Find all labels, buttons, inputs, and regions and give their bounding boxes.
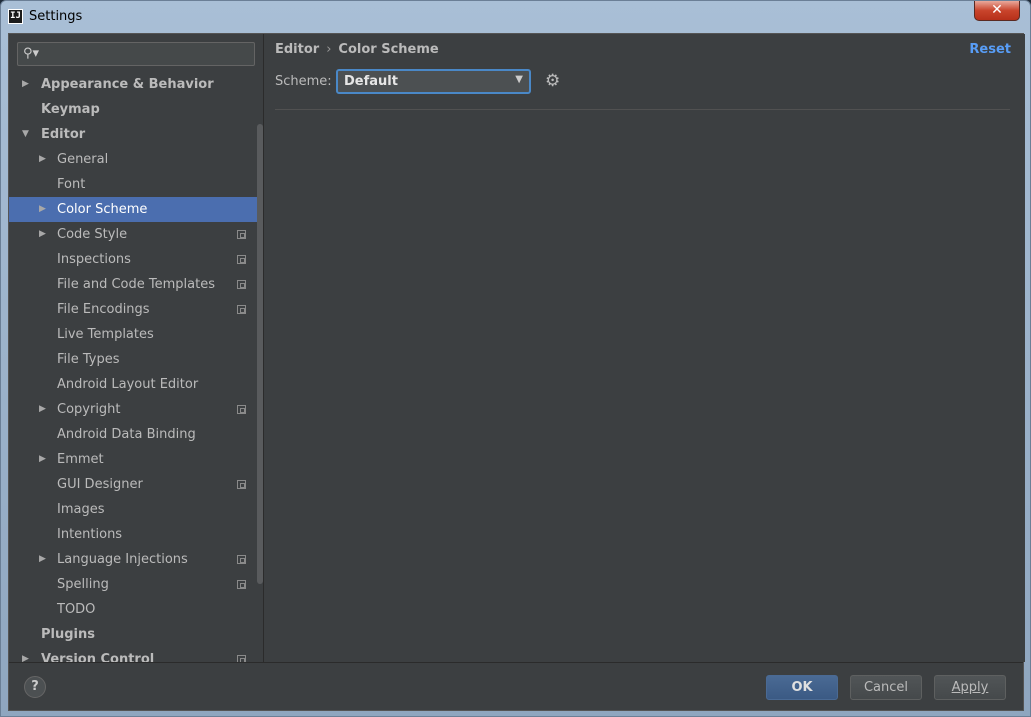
settings-search-input[interactable]: ⚲▾ xyxy=(17,42,255,66)
sidebar-item-general[interactable]: ▶ General xyxy=(9,147,263,172)
cancel-button[interactable]: Cancel xyxy=(850,675,922,700)
sidebar-item-intentions[interactable]: Intentions xyxy=(9,522,263,547)
settings-content: Editor › Color Scheme Reset Scheme: Defaul… xyxy=(265,34,1025,662)
settings-window: IJ Settings ✕ ⚲▾ ▶ Appearance & Behavior K… xyxy=(0,0,1031,717)
sidebar-item-label: TODO xyxy=(57,602,96,617)
breadcrumb-editor: Editor xyxy=(275,42,320,57)
project-level-icon xyxy=(237,555,246,564)
sidebar-item-plugins[interactable]: Plugins xyxy=(9,622,263,647)
collapsed-arrow-icon[interactable]: ▶ xyxy=(22,72,32,97)
sidebar-item-label: Android Data Binding xyxy=(57,427,196,442)
project-level-icon xyxy=(237,230,246,239)
sidebar-item-label: Language Injections xyxy=(57,552,188,567)
sidebar-item-todo[interactable]: TODO xyxy=(9,597,263,622)
sidebar-item-file-encodings[interactable]: File Encodings xyxy=(9,297,263,322)
expanded-arrow-icon[interactable]: ▼ xyxy=(22,122,32,147)
sidebar-item-file-and-code-templates[interactable]: File and Code Templates xyxy=(9,272,263,297)
sidebar-item-label: Plugins xyxy=(41,627,95,642)
sidebar-item-version-control[interactable]: ▶ Version Control xyxy=(9,647,263,662)
project-level-icon xyxy=(237,305,246,314)
breadcrumb: Editor › Color Scheme xyxy=(275,42,439,57)
sidebar-scrollbar[interactable] xyxy=(257,124,263,584)
close-button[interactable]: ✕ xyxy=(974,1,1020,21)
scheme-dropdown[interactable]: Default ▼ xyxy=(336,69,531,94)
sidebar-item-label: Code Style xyxy=(57,227,128,242)
collapsed-arrow-icon[interactable]: ▶ xyxy=(39,447,49,472)
content-divider xyxy=(275,109,1010,110)
sidebar-item-label: Color Scheme xyxy=(57,202,148,217)
collapsed-arrow-icon[interactable]: ▶ xyxy=(39,222,49,247)
sidebar-item-emmet[interactable]: ▶ Emmet xyxy=(9,447,263,472)
project-level-icon xyxy=(237,405,246,414)
sidebar-item-inspections[interactable]: Inspections xyxy=(9,247,263,272)
sidebar-item-language-injections[interactable]: ▶ Language Injections xyxy=(9,547,263,572)
sidebar-item-keymap[interactable]: Keymap xyxy=(9,97,263,122)
sidebar-item-color-scheme[interactable]: ▶ Color Scheme xyxy=(9,197,263,222)
sidebar-item-file-types[interactable]: File Types xyxy=(9,347,263,372)
sidebar-item-android-data-binding[interactable]: Android Data Binding xyxy=(9,422,263,447)
collapsed-arrow-icon[interactable]: ▶ xyxy=(39,397,49,422)
sidebar-item-label: Inspections xyxy=(57,252,131,267)
breadcrumb-separator: › xyxy=(326,42,332,57)
project-level-icon xyxy=(237,655,246,662)
project-level-icon xyxy=(237,580,246,589)
sidebar-item-spelling[interactable]: Spelling xyxy=(9,572,263,597)
sidebar-item-label: Font xyxy=(57,177,86,192)
ok-button[interactable]: OK xyxy=(766,675,838,700)
dialog-client-area: ⚲▾ ▶ Appearance & Behavior Keymap ▼ Editor ▶ G… xyxy=(8,33,1025,711)
sidebar-item-gui-designer[interactable]: GUI Designer xyxy=(9,472,263,497)
sidebar-item-label: File and Code Templates xyxy=(57,277,215,292)
gear-icon[interactable]: ⚙ xyxy=(545,71,560,91)
sidebar-item-android-layout-editor[interactable]: Android Layout Editor xyxy=(9,372,263,397)
sidebar-item-label: Spelling xyxy=(57,577,109,592)
sidebar-item-copyright[interactable]: ▶ Copyright xyxy=(9,397,263,422)
chevron-down-icon: ▼ xyxy=(515,74,523,85)
scheme-label: Scheme: xyxy=(275,74,332,89)
sidebar-item-label: Version Control xyxy=(41,652,155,662)
project-level-icon xyxy=(237,280,246,289)
collapsed-arrow-icon[interactable]: ▶ xyxy=(22,647,32,662)
sidebar-item-label: Appearance & Behavior xyxy=(41,77,214,92)
sidebar-item-label: Editor xyxy=(41,127,86,142)
sidebar-item-code-style[interactable]: ▶ Code Style xyxy=(9,222,263,247)
project-level-icon xyxy=(237,480,246,489)
title-bar[interactable]: IJ Settings ✕ xyxy=(1,1,1030,33)
sidebar-item-editor[interactable]: ▼ Editor xyxy=(9,122,263,147)
sidebar-item-label: Android Layout Editor xyxy=(57,377,199,392)
search-icon: ⚲▾ xyxy=(23,46,40,61)
sidebar-item-font[interactable]: Font xyxy=(9,172,263,197)
sidebar-item-label: Copyright xyxy=(57,402,121,417)
sidebar-item-live-templates[interactable]: Live Templates xyxy=(9,322,263,347)
project-level-icon xyxy=(237,255,246,264)
breadcrumb-color-scheme: Color Scheme xyxy=(338,42,439,57)
sidebar-item-label: GUI Designer xyxy=(57,477,143,492)
sidebar-item-label: Intentions xyxy=(57,527,123,542)
apply-button[interactable]: Apply xyxy=(934,675,1006,700)
collapsed-arrow-icon[interactable]: ▶ xyxy=(39,197,49,222)
window-title: Settings xyxy=(29,9,83,24)
collapsed-arrow-icon[interactable]: ▶ xyxy=(39,147,49,172)
sidebar-item-label: Live Templates xyxy=(57,327,154,342)
sidebar-item-label: File Types xyxy=(57,352,120,367)
sidebar-item-appearance-behavior[interactable]: ▶ Appearance & Behavior xyxy=(9,72,263,97)
help-button[interactable]: ? xyxy=(24,676,46,698)
dialog-footer: ? OK Cancel Apply xyxy=(9,662,1023,710)
settings-sidebar: ⚲▾ ▶ Appearance & Behavior Keymap ▼ Editor ▶ G… xyxy=(9,34,264,662)
sidebar-item-label: General xyxy=(57,152,109,167)
sidebar-item-label: Keymap xyxy=(41,102,100,117)
sidebar-item-images[interactable]: Images xyxy=(9,497,263,522)
reset-link[interactable]: Reset xyxy=(969,42,1011,57)
sidebar-item-label: Emmet xyxy=(57,452,104,467)
sidebar-item-label: Images xyxy=(57,502,105,517)
intellij-app-icon: IJ xyxy=(8,9,23,24)
settings-tree: ▶ Appearance & Behavior Keymap ▼ Editor ▶ Gene… xyxy=(9,72,263,662)
scheme-selected-value: Default xyxy=(344,74,398,89)
sidebar-item-label: File Encodings xyxy=(57,302,150,317)
collapsed-arrow-icon[interactable]: ▶ xyxy=(39,547,49,572)
